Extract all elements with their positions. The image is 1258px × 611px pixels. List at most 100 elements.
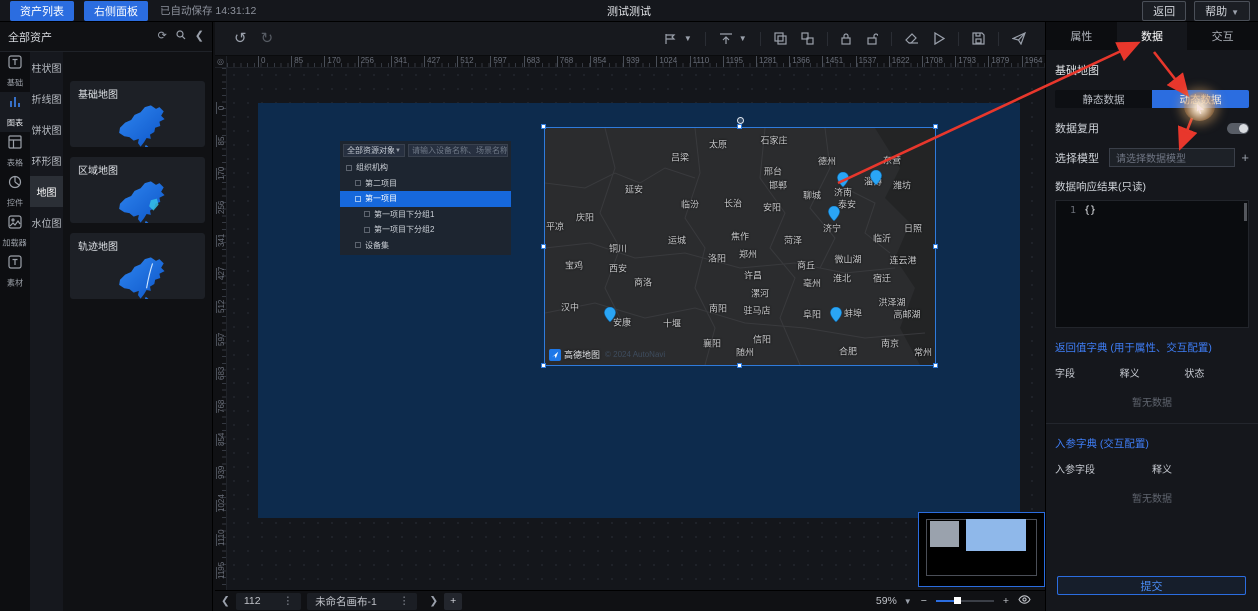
map-city-label: 许昌 [744, 269, 762, 282]
map-city-label: 泰安 [838, 198, 856, 211]
sidebar-item-素材[interactable]: 素材 [0, 252, 30, 292]
asset-thumbnail-轨迹地图[interactable]: 轨迹地图 [70, 233, 205, 299]
map-city-label: 邢台 [764, 165, 782, 178]
zoom-level-dropdown[interactable]: 59% ▼ [876, 595, 912, 607]
refresh-icon[interactable]: ⟳ [158, 31, 167, 42]
ungroup-icon[interactable] [801, 32, 814, 45]
add-model-button[interactable]: + [1241, 150, 1249, 165]
back-button[interactable]: 返回 [1142, 1, 1186, 21]
category-地图[interactable]: 地图 [30, 176, 63, 207]
tree-row-第一项目[interactable]: 第一项目 [340, 191, 511, 207]
zoom-out-icon[interactable]: − [921, 595, 927, 607]
ruler-origin-icon[interactable]: ◎ [215, 56, 227, 68]
save-icon[interactable] [972, 32, 985, 45]
map-city-label: 亳州 [803, 277, 821, 290]
checkbox-icon[interactable] [355, 196, 361, 202]
sidebar-item-基础[interactable]: 基础 [0, 52, 30, 92]
checkbox-icon[interactable] [364, 211, 370, 217]
prev-canvas-icon[interactable]: ❮ [215, 595, 236, 607]
zoom-in-icon[interactable]: + [1003, 595, 1009, 607]
canvas-tab-112[interactable]: 112⋮ [236, 593, 301, 610]
tab-数据[interactable]: 数据 [1117, 22, 1188, 50]
device-tree-widget[interactable]: 全部资源对象▼ 请输入设备名称、场景名称查询 组织机构第二项目第一项目第一项目下… [340, 141, 511, 255]
tree-row-组织机构[interactable]: 组织机构 [340, 160, 511, 176]
rotate-handle[interactable] [737, 117, 744, 124]
tab-属性[interactable]: 属性 [1046, 22, 1117, 50]
data-reuse-toggle[interactable] [1227, 123, 1249, 134]
resize-handle-nw[interactable] [541, 124, 546, 129]
sidebar-item-控件[interactable]: 控件 [0, 172, 30, 212]
sidebar-item-图表[interactable]: 图表 [0, 92, 30, 132]
checkbox-icon[interactable] [364, 227, 370, 233]
tree-row-第一项目下分组1[interactable]: 第一项目下分组1 [340, 207, 511, 223]
tab-交互[interactable]: 交互 [1187, 22, 1258, 50]
resize-handle-se[interactable] [933, 363, 938, 368]
asset-panel-title: 全部资产 [8, 29, 52, 45]
align-top-icon[interactable]: ▼ [719, 33, 747, 45]
play-icon[interactable] [933, 32, 945, 45]
map-city-label: 合肥 [839, 345, 857, 358]
basic-map-widget[interactable]: 太原石家庄吕梁德州东营邢台邯郸聊城济南淄博潍坊延安临汾长治安阳泰安庆阳平凉济宁菏… [545, 128, 935, 365]
search-icon[interactable] [176, 30, 186, 43]
sidebar-item-加载器[interactable]: 加载器 [0, 212, 30, 252]
tab-menu-icon[interactable]: ⋮ [283, 595, 294, 607]
category-水位图[interactable]: 水位图 [30, 207, 63, 238]
lock-icon[interactable] [840, 32, 852, 45]
device-search-input[interactable]: 请输入设备名称、场景名称查询 [408, 144, 508, 157]
asset-thumbnail-基础地图[interactable]: 基础地图 [70, 81, 205, 147]
undo-icon[interactable]: ↺ [234, 31, 247, 46]
ruler-mark: 854 [216, 434, 226, 446]
canvas-tab-unnamed[interactable]: 未命名画布-1⋮ [307, 593, 417, 610]
category-饼状图[interactable]: 饼状图 [30, 114, 63, 145]
response-code-editor[interactable]: 1 {} [1055, 200, 1249, 328]
right-panel-button[interactable]: 右侧面板 [84, 1, 148, 21]
submit-button[interactable]: 提交 [1057, 576, 1246, 595]
tree-row-第二项目[interactable]: 第二项目 [340, 176, 511, 192]
minimap[interactable] [918, 512, 1045, 587]
param-dict-label: 入参字典 (交互配置) [1055, 436, 1249, 451]
tree-row-第一项目下分组2[interactable]: 第一项目下分组2 [340, 222, 511, 238]
add-canvas-button[interactable]: + [444, 593, 462, 610]
resize-handle-n[interactable] [737, 124, 742, 129]
resize-handle-e[interactable] [933, 244, 938, 249]
category-折线图[interactable]: 折线图 [30, 83, 63, 114]
zoom-slider[interactable] [936, 600, 994, 602]
ruler-mark: 0 [258, 56, 265, 68]
bottom-bar: ❮ 112⋮ 未命名画布-1⋮ ❯ + 59% ▼ − + [215, 590, 1045, 611]
dynamic-data-button[interactable]: 动态数据 [1152, 90, 1249, 108]
align-distribute-icon[interactable]: ▼ [664, 33, 692, 45]
redo-icon[interactable]: ↻ [261, 31, 274, 46]
top-bar: 资产列表 右侧面板 已自动保存 14:31:12 测试测试 返回 帮助▼ [0, 0, 1258, 22]
data-reuse-label: 数据复用 [1055, 120, 1099, 136]
collapse-icon[interactable]: ❮ [195, 31, 204, 42]
checkbox-icon[interactable] [346, 165, 352, 171]
eraser-icon[interactable] [905, 32, 919, 45]
map-city-label: 庆阳 [576, 211, 594, 224]
resize-handle-s[interactable] [737, 363, 742, 368]
fit-view-icon[interactable] [1018, 595, 1031, 607]
code-scrollbar[interactable] [1244, 203, 1247, 221]
next-canvas-icon[interactable]: ❯ [423, 595, 444, 607]
map-city-label: 随州 [736, 346, 754, 359]
group-icon[interactable] [774, 32, 787, 45]
checkbox-icon[interactable] [355, 242, 361, 248]
ruler-mark: 170 [324, 56, 340, 68]
resize-handle-sw[interactable] [541, 363, 546, 368]
category-环形图[interactable]: 环形图 [30, 145, 63, 176]
asset-list-button[interactable]: 资产列表 [10, 1, 74, 21]
publish-icon[interactable] [1012, 32, 1026, 45]
unlock-icon[interactable] [866, 32, 878, 45]
checkbox-icon[interactable] [355, 180, 361, 186]
tree-row-设备集[interactable]: 设备集 [340, 238, 511, 254]
sidebar-item-表格[interactable]: 表格 [0, 132, 30, 172]
zoom-slider-thumb[interactable] [954, 597, 961, 604]
resize-handle-ne[interactable] [933, 124, 938, 129]
help-dropdown[interactable]: 帮助▼ [1194, 1, 1250, 21]
tab-menu-icon[interactable]: ⋮ [399, 595, 410, 607]
category-柱状图[interactable]: 柱状图 [30, 52, 63, 83]
model-select-input[interactable]: 请选择数据模型 [1109, 148, 1235, 167]
asset-thumbnail-区域地图[interactable]: 区域地图 [70, 157, 205, 223]
resize-handle-w[interactable] [541, 244, 546, 249]
static-data-button[interactable]: 静态数据 [1055, 90, 1152, 108]
resource-type-select[interactable]: 全部资源对象▼ [343, 144, 405, 157]
